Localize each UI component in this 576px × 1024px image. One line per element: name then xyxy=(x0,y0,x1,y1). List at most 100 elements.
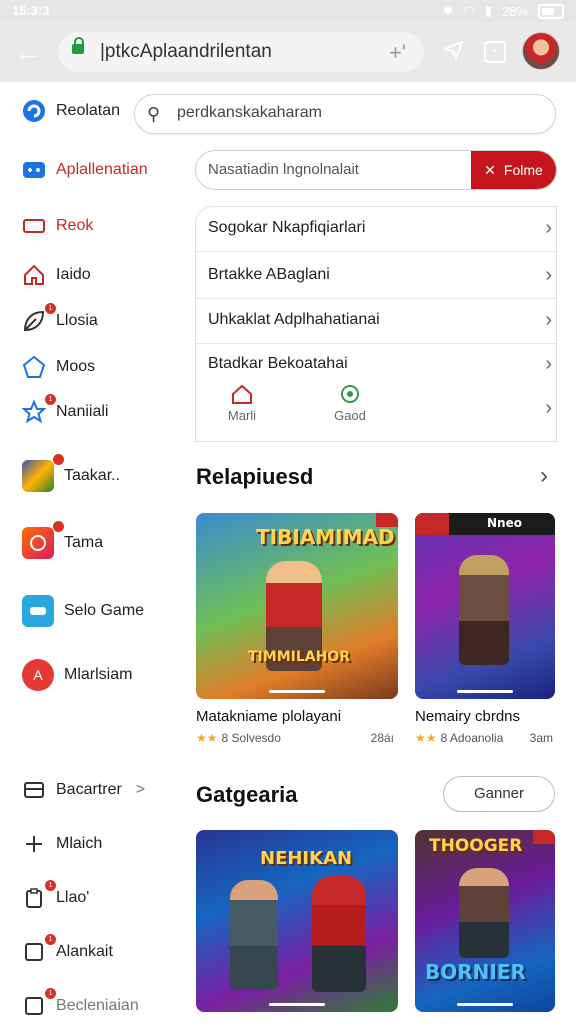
filter-button-label: Folme xyxy=(503,162,543,178)
game-card-image[interactable]: TIBIAMIMAD TIMMILAHOR xyxy=(196,513,398,699)
chevron-right-icon: > xyxy=(135,781,146,798)
sidebar-item-llao[interactable]: 1 Llao' xyxy=(22,880,90,910)
game-card-image[interactable]: THOOGER BORNIER xyxy=(415,830,555,1012)
sidebar-item-label: Taakar.. xyxy=(64,467,121,484)
dropdown-item[interactable]: Sogokar Nkapfiqiarlari › xyxy=(196,207,556,252)
dropdown-item[interactable]: Uhkaklat Adplhahatianai › xyxy=(196,299,556,344)
dropdown-item[interactable]: Btadkar Bekoatahai › xyxy=(196,343,556,387)
tab-marli[interactable]: Marli xyxy=(202,383,282,423)
checkbox-icon: 1 xyxy=(22,934,56,964)
camera-app-icon xyxy=(22,521,64,559)
filter-button[interactable]: ✕ Folme xyxy=(471,151,556,189)
dropdown-item-label: Uhkaklat Adplhahatianai xyxy=(208,311,380,328)
sidebar-item-llosia[interactable]: 1 Llosia xyxy=(22,303,98,333)
sidebar-item-moos[interactable]: Moos xyxy=(22,355,95,379)
sidebar-item-apps[interactable]: Aplallenatian xyxy=(22,158,148,182)
sidebar-item-label: Selo Game xyxy=(64,602,145,619)
tab-gaod[interactable]: Gaod xyxy=(310,383,390,423)
sidebar-item-label: Iaido xyxy=(56,266,91,283)
url-text: |ptkcAplaandrilentan xyxy=(100,41,272,62)
battery-percent: 28% xyxy=(501,3,528,19)
avatar[interactable] xyxy=(522,32,560,70)
notification-badge: 1 xyxy=(45,934,56,945)
game-size: 28áı xyxy=(370,731,394,745)
dropdown-item[interactable]: Brtakke ABaglani › xyxy=(196,254,556,299)
add-icon[interactable]: +' xyxy=(389,40,406,66)
sidebar-item-becleniaian[interactable]: 1 Becleniaian xyxy=(22,988,139,1018)
sidebar-item-label: Llosia xyxy=(56,312,98,329)
folder-icon xyxy=(22,778,46,802)
search-text: perdkanskakaharam xyxy=(177,104,322,121)
game-card-image[interactable]: Nneo xyxy=(415,513,555,699)
leaf-icon: 1 xyxy=(22,303,56,333)
sidebar-app-taakar[interactable]: Taakar.. xyxy=(22,454,121,492)
notification-badge xyxy=(53,454,64,465)
target-icon xyxy=(341,385,359,403)
notification-badge: 1 xyxy=(45,303,56,314)
game-tile-icon xyxy=(22,454,64,492)
status-icons: ✱ ◠ ▮ 28% xyxy=(443,3,564,19)
sidebar-item-reolatan[interactable]: Reolatan xyxy=(22,99,120,123)
sidebar-item-label: Naniiali xyxy=(56,403,109,420)
back-arrow-icon[interactable]: ← xyxy=(14,38,42,66)
lock-icon xyxy=(72,37,84,54)
game-card-title[interactable]: Matakniame plolayani xyxy=(196,708,341,725)
browser-icon xyxy=(22,99,46,123)
sidebar-app-selo-game[interactable]: Selo Game xyxy=(22,595,144,627)
search-input[interactable]: ⚲ perdkanskakaharam xyxy=(134,94,556,134)
sidebar-item-naniiali[interactable]: 1 Naniiali xyxy=(22,394,109,424)
sidebar-item-label: Moos xyxy=(56,358,96,375)
close-icon: ✕ xyxy=(484,161,496,178)
game-card-title[interactable]: Nemairy cbrdns xyxy=(415,708,520,725)
sidebar-item-label: Aplallenatian xyxy=(56,161,148,178)
shape-icon xyxy=(22,355,46,379)
notification-badge: 1 xyxy=(45,880,56,891)
genre-button[interactable]: Ganner xyxy=(443,776,555,812)
star-outline-icon: 1 xyxy=(22,394,56,424)
game-card-image[interactable]: NEHIKAN xyxy=(196,830,398,1012)
browser-toolbar: ← |ptkcAplaandrilentan +' • xyxy=(0,22,576,82)
rectangle-icon xyxy=(22,214,46,238)
sidebar-item-label: Becleniaian xyxy=(56,997,139,1014)
bluetooth-icon: ✱ xyxy=(442,3,454,18)
sidebar-item-label: Llao' xyxy=(56,889,90,906)
notification-badge xyxy=(53,521,64,532)
sidebar-item-bacartrer[interactable]: Bacartrer > xyxy=(22,778,145,802)
dropdown-item-label: Brtakke ABaglani xyxy=(208,266,330,283)
sidebar-app-tama[interactable]: Tama xyxy=(22,521,103,559)
pin-icon xyxy=(22,832,46,856)
chevron-right-icon: › xyxy=(545,264,552,286)
chevron-right-icon: › xyxy=(545,217,552,239)
game-art-title: NEHIKAN xyxy=(260,848,353,869)
filter-field[interactable]: Nasatiadin lngnolnalait ✕ Folme xyxy=(195,150,557,190)
game-art-subtitle: BORNIER xyxy=(425,960,526,984)
share-icon[interactable] xyxy=(442,39,464,61)
section-title: Gatgearia xyxy=(196,782,298,807)
game-rating: 8 Solvesdo xyxy=(221,731,281,745)
home-icon xyxy=(232,384,252,404)
dropdown-item-label: Btadkar Bekoatahai xyxy=(208,355,348,372)
clipboard-icon: 1 xyxy=(22,880,56,910)
sidebar-item-alankait[interactable]: 1 Alankait xyxy=(22,934,113,964)
status-time: 15:3:3 xyxy=(12,3,50,18)
apps-icon xyxy=(22,158,46,182)
sidebar-item-label: Bacartrer xyxy=(56,781,122,798)
status-bar: 15:3:3 ✱ ◠ ▮ 28% xyxy=(0,0,576,22)
tab-label: Marli xyxy=(227,408,257,423)
chevron-right-icon: › xyxy=(545,309,552,331)
star-icon: ★★ xyxy=(415,731,437,745)
url-bar[interactable]: |ptkcAplaandrilentan +' xyxy=(58,32,424,72)
sidebar-item-label: Alankait xyxy=(56,943,113,960)
game-art-title: THOOGER xyxy=(429,836,523,856)
sidebar-app-mlarlsiam[interactable]: A Mlarlsiam xyxy=(22,659,132,691)
sidebar-item-mlaich[interactable]: Mlaich xyxy=(22,832,102,856)
red-app-icon: A xyxy=(22,659,54,691)
checkbox-icon: 1 xyxy=(22,988,56,1018)
sidebar-item-iaido[interactable]: Iaido xyxy=(22,263,91,287)
sidebar-item-reok[interactable]: Reok xyxy=(22,214,93,238)
chevron-right-icon[interactable]: › xyxy=(545,397,552,420)
star-icon: ★★ xyxy=(196,731,218,745)
game-art-subtitle: TIMMILAHOR xyxy=(248,649,350,665)
chevron-right-icon[interactable]: › xyxy=(540,462,548,490)
tabs-icon[interactable]: • xyxy=(484,41,506,63)
